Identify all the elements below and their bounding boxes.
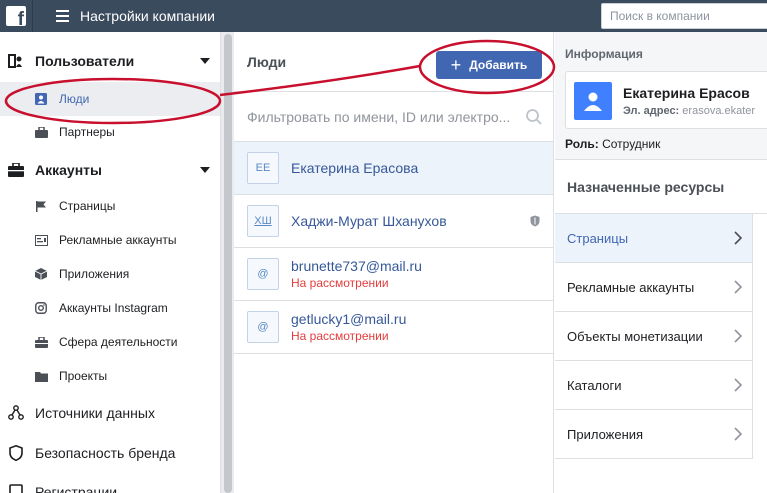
resource-item-pages[interactable]: Страницы: [555, 214, 753, 263]
sidebar-item-instagram[interactable]: Аккаунты Instagram: [0, 291, 220, 325]
people-list-item[interactable]: ХШ Хаджи-Мурат Шханухов: [234, 195, 553, 248]
resource-label: Объекты монетизации: [567, 328, 703, 344]
info-label: Информация: [565, 47, 643, 61]
resource-item-monetization[interactable]: Объекты монетизации: [555, 312, 753, 361]
resource-item-apps[interactable]: Приложения: [555, 410, 753, 459]
sidebar-section-label: Регистрации: [35, 484, 118, 493]
sidebar-item-label: Приложения: [59, 267, 130, 281]
divider: [32, 0, 33, 32]
assigned-resources-title: Назначенные ресурсы: [555, 160, 767, 214]
person-icon: [574, 82, 612, 120]
sidebar-section-users[interactable]: Пользователи: [0, 44, 220, 78]
resource-label: Рекламные аккаунты: [567, 279, 695, 295]
chevron-down-icon: [200, 58, 210, 64]
user-role: Роль: Сотрудник: [565, 137, 661, 151]
flag-icon: [34, 199, 48, 213]
user-email: Эл. адрес: erasova.ekater: [623, 105, 756, 117]
menu-icon[interactable]: [47, 10, 77, 22]
sidebar-scrollbar[interactable]: [220, 32, 234, 493]
shield-icon: [8, 445, 24, 461]
ad-account-icon: [34, 233, 48, 247]
sidebar-section-label: Безопасность бренда: [35, 445, 176, 461]
pending-status: На рассмотрении: [291, 329, 389, 343]
resource-label: Каталоги: [567, 377, 622, 393]
scrollbar-thumb[interactable]: [224, 34, 232, 493]
person-name: Екатерина Ерасова: [291, 160, 419, 176]
sidebar-section-data-sources[interactable]: Источники данных: [0, 396, 561, 438]
sidebar-item-label: Проекты: [59, 369, 108, 383]
avatar: ЕЕ: [247, 152, 279, 184]
resource-item-ad-accounts[interactable]: Рекламные аккаунты: [555, 263, 753, 312]
cube-icon: [34, 267, 48, 281]
sidebar-item-projects[interactable]: Проекты: [0, 359, 220, 393]
people-list-item[interactable]: @ getlucky1@mail.ru На рассмотрении: [234, 301, 553, 354]
sidebar-section-label: Пользователи: [35, 53, 135, 69]
briefcase-icon: [8, 162, 24, 178]
resource-label: Страницы: [567, 230, 629, 246]
data-sources-icon: [8, 405, 24, 421]
sidebar-item-label: Страницы: [59, 199, 116, 213]
search-input[interactable]: [601, 3, 767, 29]
top-bar: f Настройки компании: [0, 0, 767, 32]
panel-title: Люди: [247, 53, 287, 70]
sidebar-item-ad-accounts[interactable]: Рекламные аккаунты: [0, 223, 220, 257]
chevron-right-icon: [734, 280, 743, 297]
plus-icon: +: [450, 55, 462, 75]
sidebar-item-people[interactable]: Люди: [0, 82, 220, 116]
sidebar-item-label: Сфера деятельности: [59, 335, 178, 349]
facebook-logo-icon[interactable]: f: [0, 0, 32, 32]
details-panel: Информация Екатерина Ерасов Эл. адрес: e…: [555, 32, 767, 493]
people-list-item[interactable]: @ brunette737@mail.ru На рассмотрении: [234, 248, 553, 301]
resource-item-catalogs[interactable]: Каталоги: [555, 361, 753, 410]
add-person-button[interactable]: + Добавить: [436, 51, 542, 79]
instagram-icon: [34, 301, 48, 315]
registrations-icon: [8, 484, 24, 493]
sidebar-item-label: Люди: [59, 92, 90, 106]
sidebar-section-label: Источники данных: [35, 405, 155, 421]
chevron-right-icon: [734, 329, 743, 346]
avatar: ХШ: [247, 205, 279, 237]
avatar: @: [247, 258, 279, 290]
chevron-right-icon: [734, 231, 743, 248]
filter-input[interactable]: [247, 108, 517, 125]
person-name: Хаджи-Мурат Шханухов: [291, 213, 447, 229]
sidebar: Пользователи Люди Партнеры Аккаунты Стра…: [0, 32, 561, 493]
resource-label: Приложения: [567, 426, 644, 442]
page-title: Настройки компании: [80, 8, 215, 24]
search-icon[interactable]: [525, 108, 543, 129]
sidebar-item-business-sector[interactable]: Сфера деятельности: [0, 325, 220, 359]
sidebar-item-label: Аккаунты Instagram: [59, 301, 168, 315]
chevron-right-icon: [734, 378, 743, 395]
users-icon: [8, 53, 24, 69]
person-icon: [34, 92, 48, 106]
sidebar-item-label: Рекламные аккаунты: [59, 233, 177, 247]
sidebar-item-label: Партнеры: [59, 125, 115, 139]
info-section: Информация Екатерина Ерасов Эл. адрес: e…: [555, 32, 767, 160]
user-name: Екатерина Ерасов: [623, 85, 750, 101]
sidebar-item-pages[interactable]: Страницы: [0, 189, 220, 223]
sidebar-section-accounts[interactable]: Аккаунты: [0, 153, 220, 187]
briefcase-small-icon: [34, 335, 48, 349]
people-list-item[interactable]: ЕЕ Екатерина Ерасова: [234, 142, 553, 195]
sidebar-item-apps[interactable]: Приложения: [0, 257, 220, 291]
user-card: Екатерина Ерасов Эл. адрес: erasova.ekat…: [565, 71, 767, 129]
shield-icon: [530, 215, 540, 230]
avatar: @: [247, 311, 279, 343]
people-panel: Люди + Добавить ЕЕ Екатерина Ерасова ХШ …: [234, 32, 554, 493]
pending-status: На рассмотрении: [291, 276, 389, 290]
people-filter: [234, 92, 553, 142]
person-name: getlucky1@mail.ru: [291, 311, 407, 327]
add-button-label: Добавить: [469, 58, 528, 72]
chevron-right-icon: [734, 427, 743, 444]
sidebar-section-label: Аккаунты: [35, 162, 102, 178]
sidebar-section-registrations[interactable]: Регистрации: [0, 475, 220, 493]
folder-icon: [34, 369, 48, 383]
chevron-down-icon: [200, 167, 210, 173]
person-name: brunette737@mail.ru: [291, 258, 422, 274]
sidebar-item-partners[interactable]: Партнеры: [0, 115, 220, 149]
sidebar-section-brand-safety[interactable]: Безопасность бренда: [0, 436, 561, 478]
partners-icon: [34, 125, 48, 139]
